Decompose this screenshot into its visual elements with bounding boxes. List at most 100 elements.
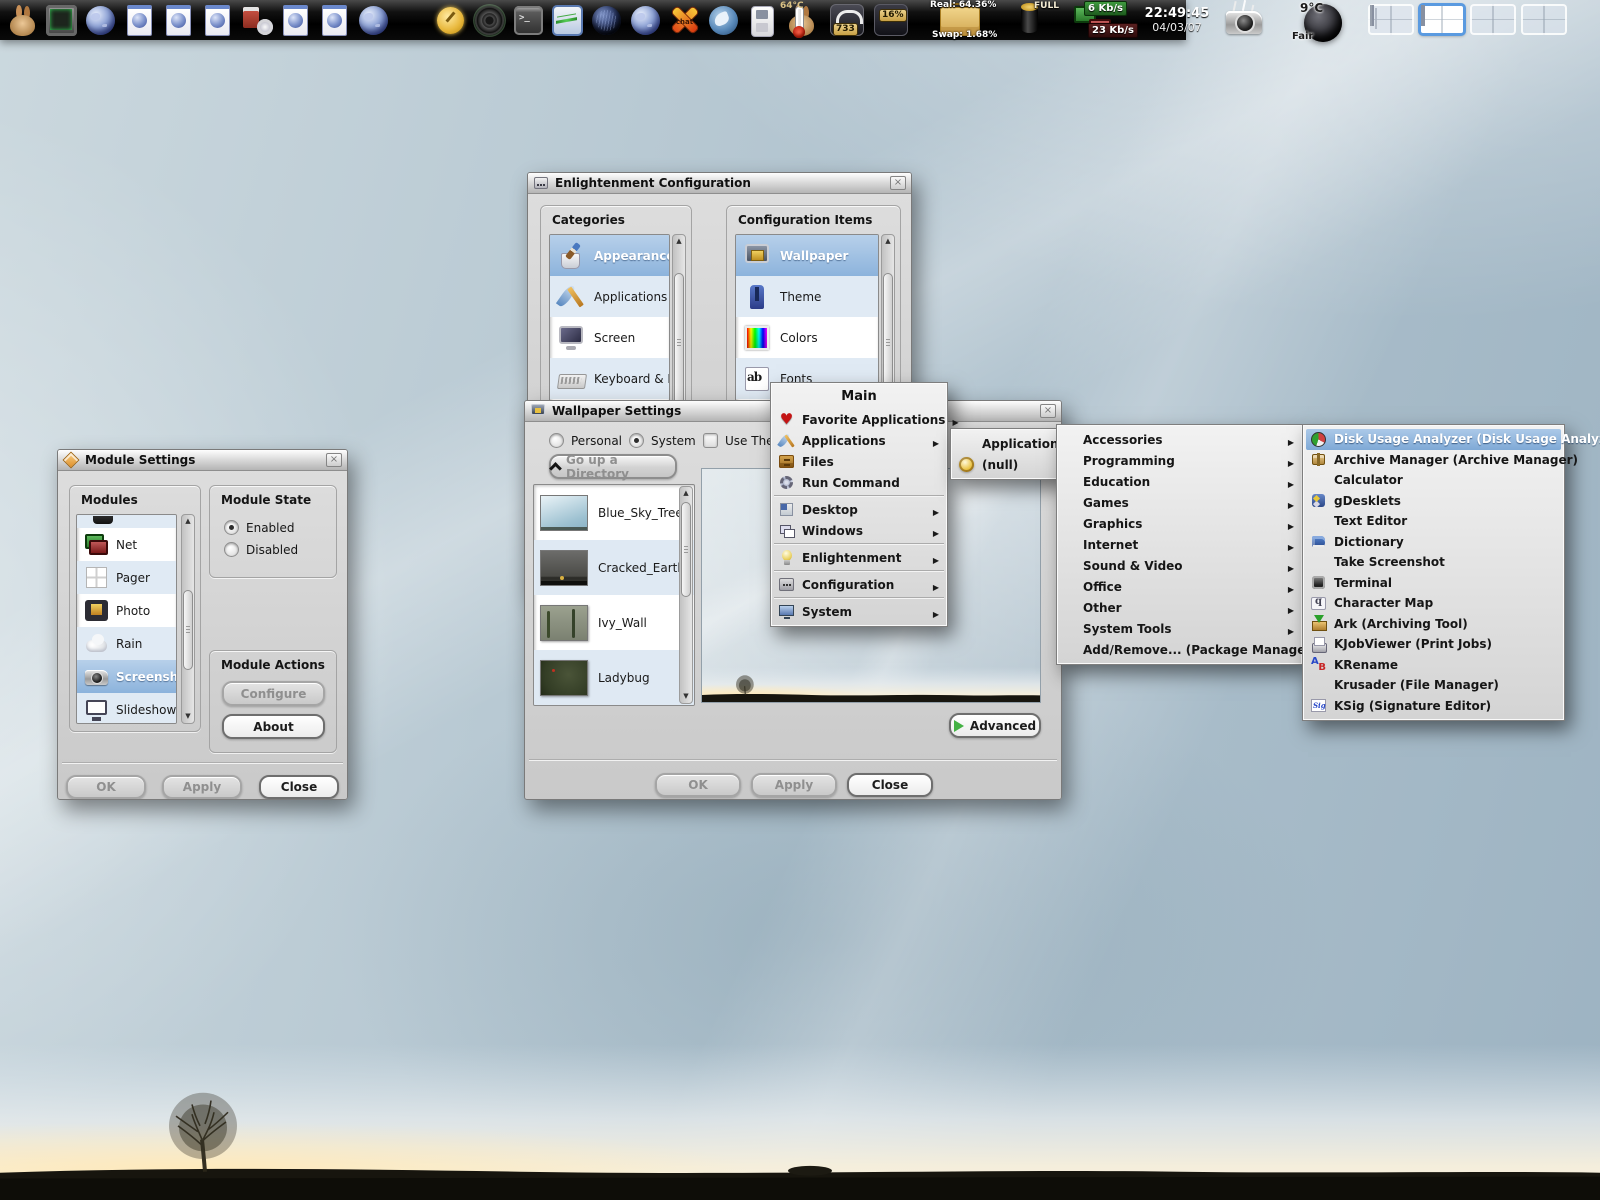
menu-item[interactable]: Other <box>1060 597 1299 618</box>
menu-item[interactable]: Favorite Applications <box>774 409 944 430</box>
menu-item[interactable]: Sound & Video <box>1060 555 1299 576</box>
launcher-icon[interactable] <box>240 4 273 37</box>
menu-item[interactable]: Text Editor <box>1306 511 1561 532</box>
enabled-radio[interactable] <box>224 520 239 535</box>
configuration-list-item[interactable]: Theme <box>736 276 878 317</box>
category-list-item[interactable]: Screen <box>550 317 669 358</box>
advanced-button[interactable]: Advanced <box>949 713 1041 738</box>
module-list-item[interactable]: Slideshow <box>77 693 176 724</box>
category-list-item[interactable]: Appearance <box>550 235 669 276</box>
about-button[interactable]: About <box>222 714 325 739</box>
launcher-icon[interactable] <box>279 4 312 37</box>
use-theme-checkbox[interactable] <box>703 433 718 448</box>
category-list-item[interactable]: Keyboard & Mouse <box>550 358 669 399</box>
menu-item[interactable]: Games <box>1060 492 1299 513</box>
enabled-radio-row[interactable]: Enabled <box>224 520 295 535</box>
menu-item[interactable]: gDesklets <box>1306 491 1561 512</box>
launcher-icon[interactable] <box>6 4 39 37</box>
menu-item[interactable]: Education <box>1060 471 1299 492</box>
scrollbar-thumb[interactable] <box>183 590 193 670</box>
cpu-gadget[interactable]: 16% <box>874 0 910 40</box>
menu-item[interactable]: System <box>774 601 944 622</box>
menu-item[interactable]: Programming <box>1060 450 1299 471</box>
battery-gadget[interactable]: FULL <box>1012 0 1064 40</box>
partially-scrolled-list-item[interactable] <box>77 515 176 528</box>
pager-desktop-cell[interactable] <box>1521 4 1567 35</box>
network-gadget[interactable]: 6 Kb/s 23 Kb/s <box>1072 0 1130 40</box>
apply-button[interactable]: Apply <box>162 775 242 799</box>
menu-item[interactable]: Accessories <box>1060 429 1299 450</box>
titlebar[interactable]: Enlightenment Configuration × <box>528 173 911 194</box>
menu-item[interactable]: Terminal <box>1306 573 1561 594</box>
menu-item[interactable]: (null) <box>954 454 1058 475</box>
menu-item[interactable]: Disk Usage Analyzer (Disk Usage Analyzer… <box>1306 429 1561 450</box>
module-list-item[interactable]: Net <box>77 528 176 561</box>
module-list-item[interactable]: Screenshot <box>77 660 176 693</box>
launcher-icon[interactable] <box>84 4 117 37</box>
menu-item[interactable]: KRename <box>1306 655 1561 676</box>
menu-item[interactable]: Calculator <box>1306 470 1561 491</box>
launcher-icon[interactable] <box>434 4 467 37</box>
disabled-radio-row[interactable]: Disabled <box>224 542 298 557</box>
menu-item[interactable]: Dictionary <box>1306 532 1561 553</box>
close-button[interactable]: Close <box>847 773 933 797</box>
launcher-icon[interactable] <box>746 4 779 37</box>
module-list-item[interactable]: Pager <box>77 561 176 594</box>
launcher-icon[interactable] <box>123 4 156 37</box>
menu-item[interactable]: Character Map <box>1306 593 1561 614</box>
menu-item[interactable]: Add/Remove... (Package Manager) <box>1060 639 1299 660</box>
system-radio-row[interactable]: System <box>629 433 696 448</box>
menu-item[interactable]: Windows <box>774 520 944 544</box>
wallpaper-file-item[interactable]: Cracked_Earth <box>534 540 694 595</box>
clock-gadget[interactable]: 22:49:45 04/03/07 <box>1138 0 1216 40</box>
menu-item[interactable]: Applications <box>774 430 944 451</box>
menu-item[interactable]: Ark (Archiving Tool) <box>1306 614 1561 635</box>
scroll-up-icon[interactable] <box>673 235 685 248</box>
pager-desktop-cell[interactable] <box>1368 4 1414 35</box>
personal-radio-row[interactable]: Personal <box>549 433 622 448</box>
menu-item[interactable]: Graphics <box>1060 513 1299 534</box>
personal-radio[interactable] <box>549 433 564 448</box>
menu-item[interactable]: Applications <box>954 433 1058 454</box>
launcher-icon[interactable] <box>629 4 662 37</box>
scroll-down-icon[interactable] <box>680 690 692 703</box>
menu-item[interactable]: KSig (Signature Editor) <box>1306 696 1561 717</box>
scrollbar-thumb[interactable] <box>674 273 684 413</box>
menu-item[interactable]: KJobViewer (Print Jobs) <box>1306 634 1561 655</box>
launcher-icon[interactable] <box>512 4 545 37</box>
close-button[interactable]: × <box>1040 404 1056 418</box>
launcher-icon[interactable]: chat <box>668 4 701 37</box>
menu-item[interactable]: Desktop <box>774 499 944 520</box>
menu-item[interactable]: Run Command <box>774 472 944 496</box>
fan-speed-gadget[interactable]: 733 <box>830 0 866 40</box>
menu-item[interactable]: Configuration <box>774 574 944 598</box>
scroll-up-icon[interactable] <box>182 515 194 528</box>
wallpaper-file-item[interactable]: Blue_Sky_Tree <box>534 485 694 540</box>
close-button[interactable]: × <box>326 453 342 467</box>
launcher-icon[interactable] <box>357 4 390 37</box>
close-button[interactable]: × <box>890 176 906 190</box>
launcher-icon[interactable] <box>318 4 351 37</box>
launcher-icon[interactable] <box>473 4 506 37</box>
titlebar[interactable]: Module Settings × <box>58 450 347 471</box>
wallpaper-list-scrollbar[interactable] <box>679 486 693 704</box>
scroll-up-icon[interactable] <box>882 235 894 248</box>
launcher-icon[interactable] <box>590 4 623 37</box>
menu-item[interactable]: Office <box>1060 576 1299 597</box>
launcher-icon[interactable] <box>551 4 584 37</box>
category-list-item[interactable]: Applications <box>550 276 669 317</box>
ok-button[interactable]: OK <box>66 775 146 799</box>
close-button[interactable]: Close <box>259 775 339 799</box>
memory-gadget[interactable]: Real: 64.36% Swap: 1.68% <box>918 0 1004 40</box>
scroll-up-icon[interactable] <box>680 487 692 500</box>
launcher-icon[interactable] <box>162 4 195 37</box>
module-list-item[interactable]: Rain <box>77 627 176 660</box>
weather-gadget[interactable]: 9°C Fair <box>1262 0 1352 46</box>
modules-scrollbar[interactable] <box>181 514 195 724</box>
configure-button[interactable]: Configure <box>222 681 325 706</box>
disabled-radio[interactable] <box>224 542 239 557</box>
menu-item[interactable]: Internet <box>1060 534 1299 555</box>
launcher-icon[interactable] <box>707 4 740 37</box>
pager-desktop-cell[interactable] <box>1419 4 1465 35</box>
temperature-gadget[interactable]: 64°C <box>782 0 822 40</box>
